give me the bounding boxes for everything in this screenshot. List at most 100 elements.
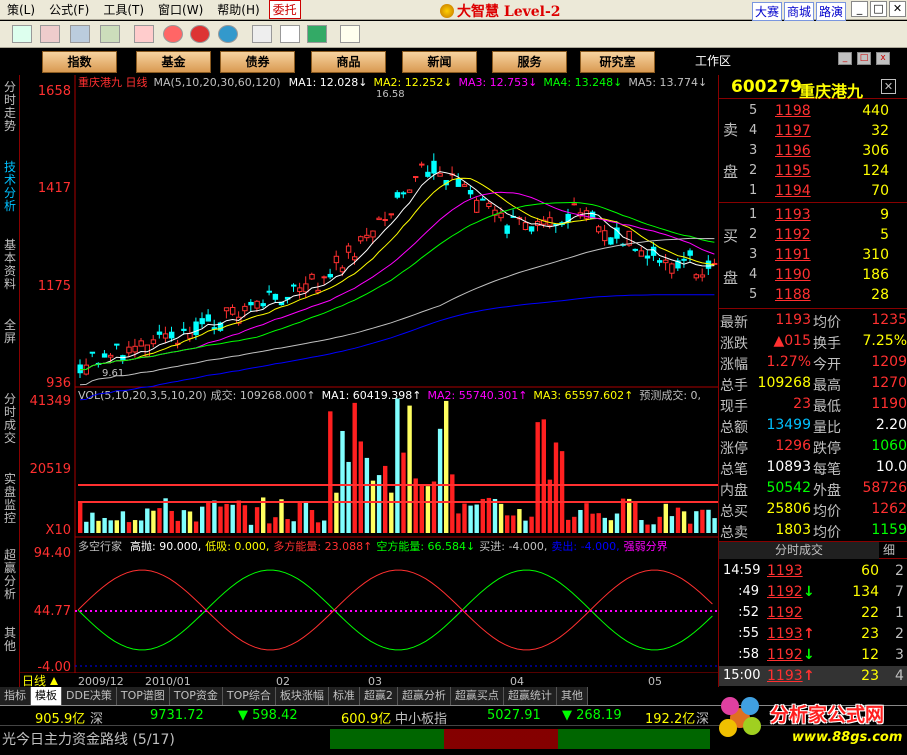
bottom-tab[interactable]: 超赢2 <box>359 687 398 705</box>
ws-close-icon[interactable]: x <box>876 52 890 65</box>
bottom-tab[interactable]: 超赢分析 <box>397 687 451 705</box>
side-tab-fullscreen[interactable]: 全屏 <box>2 319 18 345</box>
grid-icon[interactable] <box>12 25 32 43</box>
bars-icon[interactable] <box>307 25 327 43</box>
nav-index[interactable]: 指数 <box>42 51 117 73</box>
buy-row[interactable]: 3 1191 310 <box>719 245 907 265</box>
candle-body <box>339 267 346 273</box>
ws-restore-icon[interactable]: □ <box>857 52 871 65</box>
nav-news[interactable]: 新闻 <box>402 51 477 73</box>
chart-area[interactable]: 1658 1417 1175 936 41349 20519 X10 94.40… <box>20 75 718 687</box>
minimize-icon[interactable]: _ <box>851 1 868 17</box>
trade-row[interactable]: :49 1192 ↓ 134 7 <box>719 582 907 602</box>
buy-row[interactable]: 4 1190 186 <box>719 265 907 285</box>
nav-bond[interactable]: 债券 <box>220 51 295 73</box>
volume-bar <box>407 405 412 533</box>
quote-header: 600279 重庆港九 ✕ <box>719 75 907 101</box>
nav-research[interactable]: 研究室 <box>580 51 655 73</box>
sell-row[interactable]: 1 1194 70 <box>719 181 907 201</box>
chart-canvas[interactable]: 1658 1417 1175 936 41349 20519 X10 94.40… <box>20 75 718 687</box>
volume-bar <box>559 451 565 533</box>
menu-item-help[interactable]: 帮助(H) <box>210 1 266 18</box>
maximize-icon[interactable]: □ <box>870 1 887 17</box>
tab-detail[interactable]: 细 <box>883 542 895 559</box>
help-cursor-icon[interactable] <box>340 25 360 43</box>
side-tab-monitor[interactable]: 实盘监控 <box>2 473 18 525</box>
ws-minimize-icon[interactable]: _ <box>838 52 852 65</box>
stat-label: 均价 <box>813 315 841 331</box>
bottom-tab[interactable]: 标准 <box>328 687 360 705</box>
price-axis-label: 1417 <box>38 181 71 196</box>
bottom-tab[interactable]: 指标 <box>0 687 31 705</box>
book-icon[interactable] <box>40 25 60 43</box>
side-tab-analysis[interactable]: 超赢分析 <box>2 549 18 601</box>
nav-commodity[interactable]: 商品 <box>311 51 386 73</box>
bottom-tab[interactable]: DDE决策 <box>62 687 117 705</box>
sell-row[interactable]: 3 1196 306 <box>719 141 907 161</box>
bottom-tab[interactable]: TOP谱图 <box>116 687 170 705</box>
nav-fund[interactable]: 基金 <box>136 51 211 73</box>
stop-icon[interactable] <box>163 25 183 43</box>
ticker-text[interactable]: 光今日主力资金路线 (5/17) <box>2 729 175 749</box>
candle-body <box>657 260 663 263</box>
period-label[interactable]: 日线 <box>22 674 46 687</box>
chart-icon[interactable] <box>134 25 154 43</box>
entrust-button[interactable]: 委托 <box>268 0 301 19</box>
ind-value: 空方能量: 66.584↓ <box>376 539 475 553</box>
trade-count: 1 <box>895 605 904 621</box>
menu-item-window[interactable]: 窗口(W) <box>151 1 210 18</box>
sell-row[interactable]: 4 1197 32 <box>719 121 907 141</box>
nav-service[interactable]: 服务 <box>492 51 567 73</box>
bottom-tab[interactable]: 超赢统计 <box>503 687 557 705</box>
volume-bar <box>395 398 400 533</box>
buy-row[interactable]: 2 1192 5 <box>719 225 907 245</box>
candle-body <box>663 259 669 264</box>
volume-bar <box>181 510 187 533</box>
link-mall[interactable]: 商城 <box>784 2 815 21</box>
workspace-label[interactable]: 工作区 <box>695 52 731 69</box>
binoculars-icon[interactable] <box>70 25 90 43</box>
menu-item-tools[interactable]: 工具(T) <box>96 1 151 18</box>
menu-item-formula[interactable]: 公式(F) <box>42 1 96 18</box>
trade-row[interactable]: 14:59 1193 60 2 <box>719 561 907 581</box>
volume-bar <box>505 515 510 533</box>
candle-body <box>333 255 340 264</box>
close-panel-icon[interactable]: ✕ <box>881 79 896 94</box>
refresh-icon[interactable] <box>218 25 238 43</box>
close-icon[interactable]: ✕ <box>889 1 906 17</box>
buy-row[interactable]: 5 1188 28 <box>719 285 907 305</box>
side-tab-fundamentals[interactable]: 基本资料 <box>2 239 18 291</box>
candle-body <box>254 300 260 309</box>
trade-row[interactable]: 15:00 1193 ↑ 23 4 <box>719 666 907 686</box>
bottom-tab[interactable]: TOP资金 <box>169 687 223 705</box>
date-label: 05 <box>648 675 662 687</box>
menu-item-strategy[interactable]: 策(L) <box>0 1 42 18</box>
link-roadshow[interactable]: 路演 <box>816 2 847 21</box>
buy-row[interactable]: 1 1193 9 <box>719 205 907 225</box>
info-icon[interactable] <box>190 25 210 43</box>
link-contest[interactable]: 大赛 <box>752 2 783 21</box>
window-icon[interactable] <box>280 25 300 43</box>
bottom-tab[interactable]: 模板 <box>31 687 62 705</box>
side-tab-other[interactable]: 其他 <box>2 627 18 653</box>
trade-row[interactable]: :55 1193 ↑ 23 2 <box>719 624 907 644</box>
side-tab-trades[interactable]: 分时成交 <box>2 393 18 445</box>
sell-row[interactable]: 5 1198 440 <box>719 101 907 121</box>
trade-row[interactable]: :58 1192 ↓ 12 3 <box>719 645 907 665</box>
stat-row: 现手 23 最低 1190 <box>719 394 907 415</box>
tab-trades[interactable]: 分时成交 <box>719 542 879 559</box>
print-icon[interactable] <box>252 25 272 43</box>
sell-row[interactable]: 2 1195 124 <box>719 161 907 181</box>
ma-line <box>79 171 715 371</box>
bottom-tab[interactable]: 板块涨幅 <box>275 687 329 705</box>
trade-row[interactable]: :52 1192 22 1 <box>719 603 907 623</box>
bottom-tab[interactable]: TOP综合 <box>222 687 276 705</box>
stat-value: 1193 <box>775 312 811 328</box>
tools-icon[interactable] <box>100 25 120 43</box>
volume-bar <box>450 474 455 533</box>
side-tab-technical[interactable]: 技术分析 <box>2 161 18 213</box>
stat-label: 涨跌 <box>720 336 748 352</box>
bottom-tab[interactable]: 其他 <box>556 687 588 705</box>
side-tab-intraday[interactable]: 分时走势 <box>2 81 18 133</box>
bottom-tab[interactable]: 超赢买点 <box>450 687 504 705</box>
